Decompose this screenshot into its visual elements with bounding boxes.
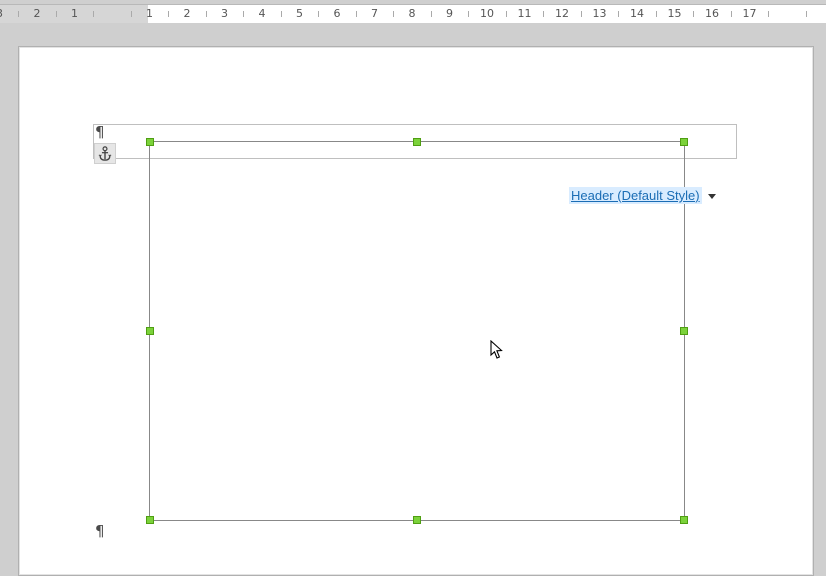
ruler-number: 17 <box>743 7 757 20</box>
resize-handle-middle-left[interactable] <box>146 327 154 335</box>
ruler-number: 7 <box>371 7 378 20</box>
ruler-number: 12 <box>555 7 569 20</box>
ruler-number: 2 <box>184 7 191 20</box>
anchor-icon[interactable] <box>94 143 116 164</box>
header-style-dropdown[interactable]: Header (Default Style) <box>569 187 716 204</box>
header-style-label: Header (Default Style) <box>569 187 702 204</box>
document-page[interactable]: ¶ Header (Default Style) <box>18 46 814 576</box>
ruler-number: 3 <box>0 7 3 20</box>
resize-handle-bottom-middle[interactable] <box>413 516 421 524</box>
ruler-number: 14 <box>630 7 644 20</box>
ruler-number: 8 <box>409 7 416 20</box>
ruler-number: 1 <box>146 7 153 20</box>
pilcrow-mark: ¶ <box>95 522 105 540</box>
ruler-number: 16 <box>705 7 719 20</box>
ruler-number: 9 <box>446 7 453 20</box>
ruler-number: 3 <box>221 7 228 20</box>
resize-handle-bottom-left[interactable] <box>146 516 154 524</box>
ruler-number: 11 <box>518 7 532 20</box>
ruler-number: 15 <box>668 7 682 20</box>
ruler-number: 10 <box>480 7 494 20</box>
horizontal-ruler[interactable]: 3211234567891011121314151617 <box>0 4 826 23</box>
resize-handle-top-middle[interactable] <box>413 138 421 146</box>
pilcrow-mark: ¶ <box>95 123 105 141</box>
ruler-number: 1 <box>71 7 78 20</box>
resize-handle-top-right[interactable] <box>680 138 688 146</box>
ruler-number: 5 <box>296 7 303 20</box>
ruler-number: 4 <box>259 7 266 20</box>
workspace: ¶ Header (Default Style) <box>0 24 826 576</box>
resize-handle-middle-right[interactable] <box>680 327 688 335</box>
ruler-number: 2 <box>34 7 41 20</box>
resize-handle-top-left[interactable] <box>146 138 154 146</box>
resize-handle-bottom-right[interactable] <box>680 516 688 524</box>
ruler-number: 6 <box>334 7 341 20</box>
ruler-number: 13 <box>593 7 607 20</box>
chevron-down-icon <box>708 194 716 199</box>
